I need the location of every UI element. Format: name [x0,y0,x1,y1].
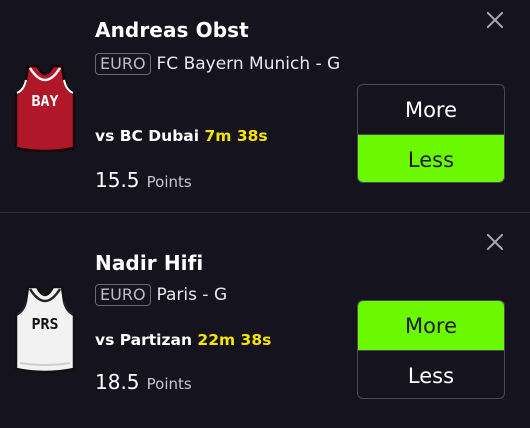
less-button[interactable]: Less [358,351,504,398]
matchup: vs Partizan 22m 38s [95,331,271,349]
line-value: 18.5 [95,370,140,394]
line-unit: Points [146,375,192,393]
team-position: Paris - G [156,285,228,305]
close-icon[interactable] [485,10,504,29]
pick-card: BAY Andreas Obst EURO FC Bayern Munich - … [0,0,530,212]
matchup: vs BC Dubai 7m 38s [95,127,268,145]
jersey-icon: BAY [10,62,80,152]
league-badge: EURO [95,284,151,306]
opponent: vs BC Dubai [95,127,200,145]
player-name: Andreas Obst [95,18,249,42]
close-icon[interactable] [485,232,504,251]
pick-card: PRS Nadir Hifi EURO Paris - G vs Partizan… [0,213,530,428]
projection-line: 15.5 Points [95,168,192,192]
jersey-icon: PRS [10,283,80,373]
more-button[interactable]: More [358,301,504,351]
opponent: vs Partizan [95,331,193,349]
more-less-picker: More Less [357,84,505,183]
line-unit: Points [146,173,192,191]
projection-line: 18.5 Points [95,370,192,394]
league-row: EURO Paris - G [95,283,350,307]
team-position: FC Bayern Munich - G [156,54,341,74]
more-less-picker: More Less [357,300,505,399]
game-timer: 22m 38s [197,331,272,349]
more-button[interactable]: More [358,85,504,135]
less-button[interactable]: Less [358,135,504,182]
player-name: Nadir Hifi [95,251,204,275]
jersey-text: PRS [31,315,58,333]
line-value: 15.5 [95,168,140,192]
jersey-text: BAY [31,92,58,110]
game-timer: 7m 38s [204,127,268,145]
league-row: EURO FC Bayern Munich - G [95,52,350,76]
league-badge: EURO [95,53,151,75]
